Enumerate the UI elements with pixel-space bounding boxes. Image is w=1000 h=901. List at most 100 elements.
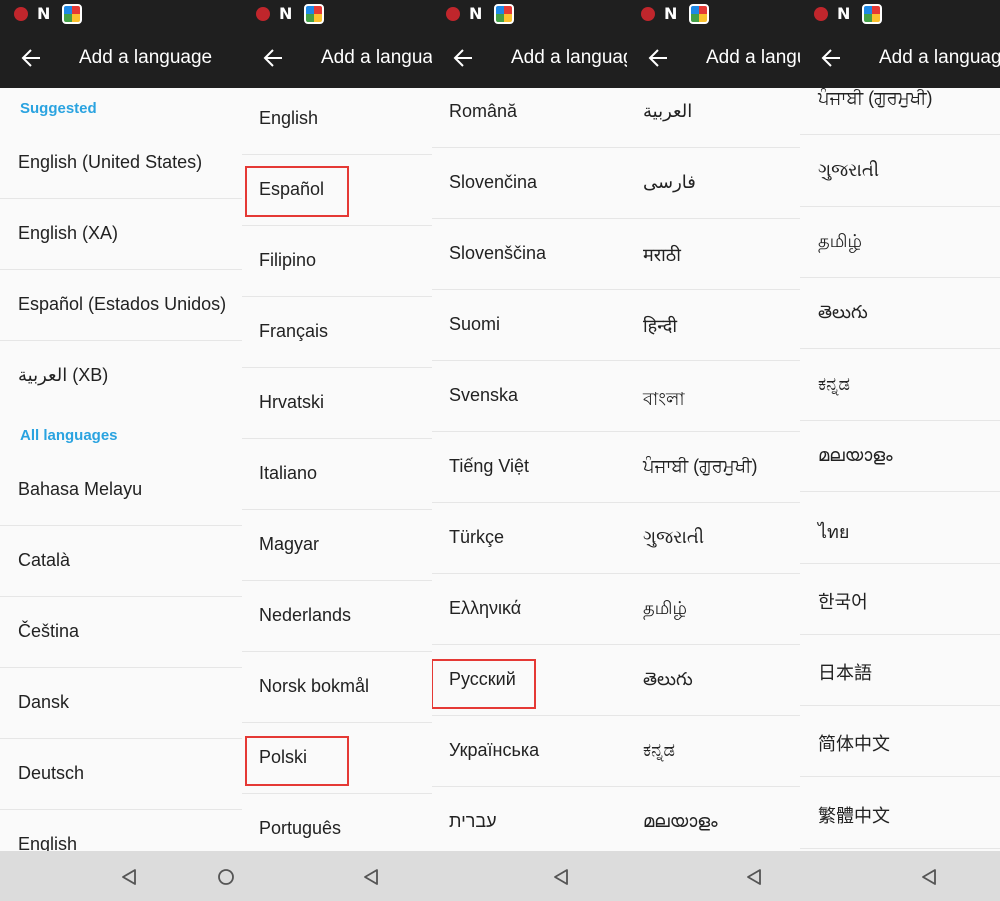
language-item[interactable]: मराठी <box>627 219 800 290</box>
language-item[interactable]: Українська <box>432 716 627 787</box>
language-item[interactable]: English (XA) <box>0 199 242 270</box>
highlight-box <box>245 736 349 786</box>
navigation-bar <box>0 851 1000 901</box>
language-list[interactable]: English Español Filipino Français Hrvats… <box>242 88 432 851</box>
status-bar: N <box>242 0 432 28</box>
back-arrow-icon[interactable] <box>820 47 842 69</box>
language-item[interactable]: فارسی <box>627 148 800 219</box>
language-item[interactable]: ગુજરાતી <box>627 503 800 574</box>
language-item[interactable]: తెలుగు <box>627 645 800 716</box>
nav-home-icon[interactable] <box>217 868 235 886</box>
language-item[interactable]: עברית <box>432 787 627 851</box>
n-icon: N <box>469 4 483 23</box>
language-item[interactable]: Tiếng Việt <box>432 432 627 503</box>
app-bar: Add a language <box>242 28 432 88</box>
n-icon: N <box>664 4 678 23</box>
language-item[interactable]: Nederlands <box>242 581 432 652</box>
language-item[interactable]: മലയാളം <box>627 787 800 851</box>
status-bar: N <box>0 0 242 28</box>
notification-red-icon <box>641 7 655 21</box>
language-item[interactable]: العربية (XB) <box>0 341 242 412</box>
page-title: Add a language <box>511 47 627 68</box>
back-arrow-icon[interactable] <box>647 47 669 69</box>
page-title: Add a language <box>706 47 800 68</box>
screen-panel-4: N Add a language العربية فارسی मराठी हिन… <box>627 0 800 901</box>
language-item[interactable]: ગુજરાતી <box>800 136 1000 207</box>
language-item[interactable]: 简体中文 <box>800 706 1000 777</box>
language-item[interactable]: Hrvatski <box>242 368 432 439</box>
language-item[interactable]: తెలుగు <box>800 278 1000 349</box>
highlight-box <box>432 659 536 709</box>
language-item[interactable]: বাংলা <box>627 361 800 432</box>
language-list[interactable]: Română Slovenčina Slovenščina Suomi Sven… <box>432 88 627 851</box>
app-icon <box>304 4 324 24</box>
language-item[interactable]: Svenska <box>432 361 627 432</box>
language-item[interactable]: Dansk <box>0 668 242 739</box>
language-item[interactable]: Français <box>242 297 432 368</box>
screen-panel-1: N Add a language Suggested English (Unit… <box>0 0 242 901</box>
back-arrow-icon[interactable] <box>262 47 284 69</box>
app-bar: Add a language <box>0 28 242 88</box>
language-item[interactable]: Español (Estados Unidos) <box>0 270 242 341</box>
back-arrow-icon[interactable] <box>20 47 42 69</box>
suggested-header: Suggested <box>20 100 97 117</box>
notification-red-icon <box>814 7 828 21</box>
page-title: Add a language <box>321 47 432 68</box>
language-item[interactable]: Filipino <box>242 226 432 297</box>
language-list[interactable]: ਪੰਜਾਬੀ (ਗੁਰਮੁਖੀ) ગુજરાતી தமிழ் తెలుగు ಕನ… <box>800 88 1000 851</box>
screen-panel-2: N Add a language English Español Filipin… <box>242 0 432 901</box>
language-item[interactable]: 한국어 <box>800 564 1000 635</box>
language-item[interactable]: Norsk bokmål <box>242 652 432 723</box>
status-bar: N <box>627 0 800 28</box>
language-item[interactable]: हिन्दी <box>627 290 800 361</box>
language-item[interactable]: ไทย <box>800 493 1000 564</box>
language-item[interactable]: Türkçe <box>432 503 627 574</box>
screen-panel-5: N Add a language ਪੰਜਾਬੀ (ਗੁਰਮੁਖੀ) ગુજરાત… <box>800 0 1000 901</box>
app-icon <box>62 4 82 24</box>
language-item[interactable]: ಕನ್ನಡ <box>800 350 1000 421</box>
language-item[interactable]: Slovenčina <box>432 148 627 219</box>
language-item[interactable]: Suomi <box>432 290 627 361</box>
language-item[interactable]: 繁體中文 <box>800 778 1000 849</box>
language-item[interactable]: ਪੰਜਾਬੀ (ਗੁਰਮੁਖੀ) <box>627 432 800 503</box>
nav-back-icon[interactable] <box>920 868 938 886</box>
page-title: Add a language <box>879 47 1000 68</box>
n-icon: N <box>37 4 51 23</box>
language-item[interactable]: 日本語 <box>800 635 1000 706</box>
language-item[interactable]: English <box>0 810 242 851</box>
language-item[interactable]: Bahasa Melayu <box>0 455 242 526</box>
language-list[interactable]: العربية فارسی मराठी हिन्दी বাংলা ਪੰਜਾਬੀ … <box>627 88 800 851</box>
language-item[interactable]: English <box>242 88 432 155</box>
back-arrow-icon[interactable] <box>452 47 474 69</box>
language-item[interactable]: ਪੰਜਾਬੀ (ਗੁਰਮੁਖੀ) <box>800 88 1000 135</box>
nav-back-icon[interactable] <box>120 868 138 886</box>
language-item[interactable]: Italiano <box>242 439 432 510</box>
language-item[interactable]: Slovenščina <box>432 219 627 290</box>
language-item[interactable]: தமிழ் <box>627 574 800 645</box>
language-item[interactable]: العربية <box>627 88 800 148</box>
language-item[interactable]: தமிழ் <box>800 207 1000 278</box>
language-item[interactable]: Română <box>432 88 627 148</box>
language-item[interactable]: മലയാളം <box>800 421 1000 492</box>
screen-panel-3: N Add a language Română Slovenčina Slove… <box>432 0 627 901</box>
language-item[interactable]: ಕನ್ನಡ <box>627 716 800 787</box>
language-item[interactable]: Ελληνικά <box>432 574 627 645</box>
language-item[interactable]: Deutsch <box>0 739 242 810</box>
language-item[interactable]: Català <box>0 526 242 597</box>
notification-red-icon <box>256 7 270 21</box>
nav-back-icon[interactable] <box>362 868 380 886</box>
language-item[interactable]: Čeština <box>0 597 242 668</box>
app-icon <box>862 4 882 24</box>
n-icon: N <box>279 4 293 23</box>
notification-red-icon <box>446 7 460 21</box>
app-bar: Add a language <box>627 28 800 88</box>
nav-back-icon[interactable] <box>552 868 570 886</box>
app-icon <box>689 4 709 24</box>
language-item[interactable]: Português <box>242 794 432 851</box>
nav-back-icon[interactable] <box>745 868 763 886</box>
page-title: Add a language <box>79 47 213 68</box>
language-item[interactable]: Magyar <box>242 510 432 581</box>
language-item[interactable]: English (United States) <box>0 128 242 199</box>
all-languages-header: All languages <box>20 427 118 444</box>
language-list[interactable]: Suggested English (United States) Englis… <box>0 88 242 851</box>
